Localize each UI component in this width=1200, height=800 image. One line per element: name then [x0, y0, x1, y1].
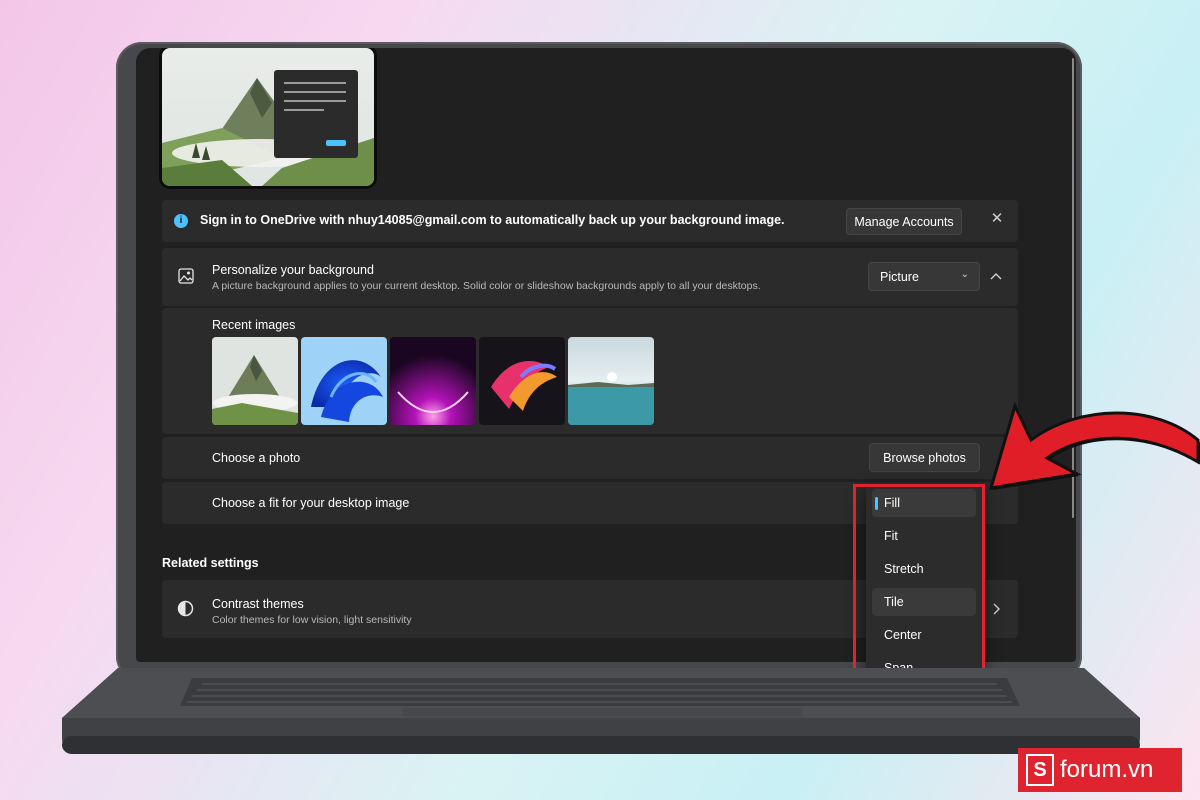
red-arrow-icon — [988, 401, 1200, 490]
onedrive-notice: i Sign in to OneDrive with nhuy14085@gma… — [162, 200, 1018, 242]
related-settings-heading: Related settings — [162, 556, 259, 570]
choose-photo-label: Choose a photo — [212, 451, 301, 465]
background-type-dropdown[interactable]: Picture ⌄ — [868, 262, 980, 291]
close-icon[interactable]: ✕ — [988, 210, 1006, 228]
choose-fit-label: Choose a fit for your desktop image — [212, 496, 410, 510]
recent-image-1[interactable] — [212, 337, 298, 425]
manage-accounts-button[interactable]: Manage Accounts — [846, 208, 962, 235]
recent-image-3[interactable] — [390, 337, 476, 425]
contrast-themes-subtitle: Color themes for low vision, light sensi… — [212, 614, 412, 626]
recent-image-2[interactable] — [301, 337, 387, 425]
info-icon: i — [174, 214, 188, 228]
chevron-right-icon — [990, 602, 1002, 621]
browse-photos-button[interactable]: Browse photos — [869, 443, 980, 472]
recent-images-label: Recent images — [212, 318, 296, 332]
recent-image-5[interactable] — [568, 337, 654, 425]
chevron-down-icon: ⌄ — [960, 269, 969, 280]
laptop-base — [62, 668, 1140, 754]
highlight-box — [853, 484, 985, 674]
chevron-up-icon[interactable] — [988, 268, 1004, 284]
forum-watermark: S forum.vn — [1018, 748, 1182, 792]
choose-photo-row: Choose a photo Browse photos — [162, 437, 1018, 479]
personalize-background-header[interactable]: Personalize your background A picture ba… — [162, 248, 1018, 306]
forum-logo: S — [1026, 754, 1054, 786]
contrast-icon — [177, 600, 194, 622]
contrast-themes-title: Contrast themes — [212, 597, 304, 611]
forum-text: forum.vn — [1060, 756, 1154, 783]
background-type-value: Picture — [880, 269, 919, 284]
desktop-preview — [162, 48, 374, 186]
image-icon — [178, 268, 194, 289]
notice-text: Sign in to OneDrive with nhuy14085@gmail… — [200, 213, 785, 227]
personalize-title: Personalize your background — [212, 263, 374, 277]
recent-images-panel: Recent images — [162, 308, 1018, 434]
personalize-subtitle: A picture background applies to your cur… — [212, 280, 761, 292]
recent-image-4[interactable] — [479, 337, 565, 425]
